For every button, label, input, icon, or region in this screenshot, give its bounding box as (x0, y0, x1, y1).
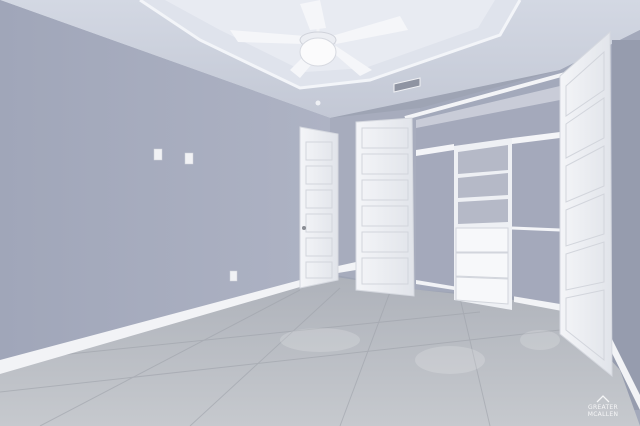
drawer-2 (455, 252, 509, 279)
closet-door-left (355, 117, 415, 297)
house-logo-icon (596, 395, 610, 403)
light-switch (153, 148, 163, 161)
hanging-rod (511, 226, 561, 232)
watermark-text: GREATER MCALLEN (587, 404, 619, 418)
drawer-1 (455, 227, 509, 253)
fan-light-globe (299, 37, 337, 67)
wall-outlet (229, 270, 238, 282)
empty-bedroom-photo: GREATER MCALLEN (0, 0, 640, 426)
closet-organizer (454, 138, 512, 310)
closet-door-right (559, 30, 613, 378)
listing-watermark: GREATER MCALLEN (572, 395, 634, 418)
door-handle (302, 226, 306, 230)
drawer-3 (455, 276, 509, 305)
room-illustration (0, 0, 640, 426)
bedroom-door (299, 126, 339, 289)
light-switch-2 (184, 152, 194, 165)
smoke-detector (315, 100, 321, 106)
